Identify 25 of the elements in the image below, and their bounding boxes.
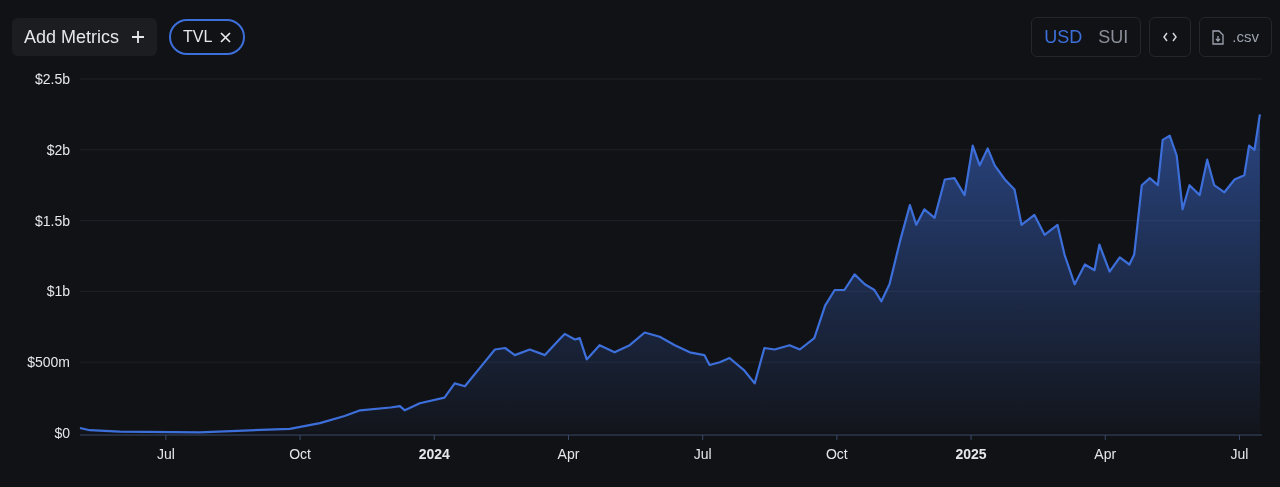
x-axis-label: Apr: [1094, 446, 1117, 462]
x-axis-label: Apr: [557, 446, 580, 462]
add-metrics-button[interactable]: Add Metrics: [12, 18, 158, 56]
y-axis-label: $2b: [46, 141, 70, 158]
file-download-icon: [1212, 29, 1225, 45]
x-axis-label: Jul: [1230, 446, 1249, 462]
csv-download-button[interactable]: .csv: [1199, 17, 1272, 57]
close-icon: [220, 31, 232, 43]
code-icon: [1163, 32, 1178, 42]
x-axis-label: Jul: [693, 446, 712, 462]
plus-icon: [131, 30, 146, 44]
x-axis-label: 2025: [955, 446, 987, 462]
currency-tab[interactable]: SUI: [1090, 21, 1137, 53]
y-axis-label: $2.5b: [34, 71, 70, 87]
x-axis-label: Oct: [289, 446, 311, 462]
x-axis-label: Jul: [156, 446, 175, 462]
currency-tab[interactable]: USD: [1036, 21, 1091, 53]
x-axis-label: Oct: [826, 446, 848, 462]
y-axis-label: $0: [54, 425, 70, 441]
x-axis-label: 2024: [418, 446, 450, 462]
y-axis-label: $500m: [27, 354, 70, 371]
embed-button[interactable]: [1149, 17, 1192, 57]
y-axis-label: $1.5b: [34, 212, 70, 229]
metric-chip[interactable]: TVL: [169, 19, 246, 55]
y-axis-label: $1b: [46, 283, 70, 300]
